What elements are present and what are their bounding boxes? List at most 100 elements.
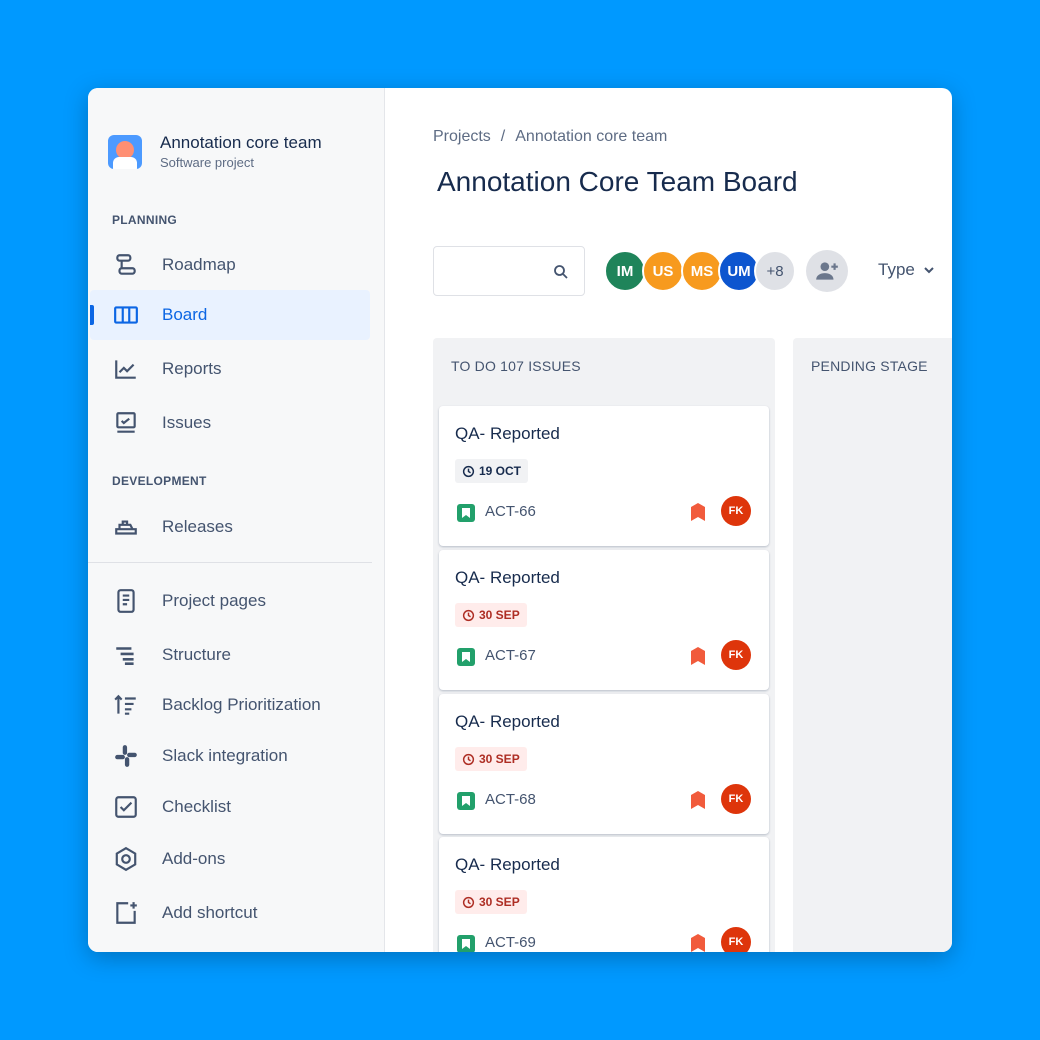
checklist-icon [112, 793, 140, 821]
sidebar-item-label: Slack integration [162, 746, 288, 765]
story-icon [457, 935, 475, 952]
issue-card[interactable]: QA- Reported 30 SEP ACT-69 FK [439, 837, 769, 952]
sidebar-item-label: Backlog Prioritization [162, 695, 321, 714]
search-icon [554, 265, 568, 279]
type-filter-dropdown[interactable]: Type [878, 260, 935, 280]
sidebar-item-checklist[interactable]: Checklist [90, 782, 370, 832]
avatar[interactable]: IM [604, 250, 646, 292]
slack-icon [112, 742, 140, 770]
due-date-badge: 19 OCT [455, 459, 529, 483]
due-date-badge: 30 SEP [455, 890, 527, 914]
sidebar-item-add-ons[interactable]: Add-ons [90, 834, 370, 884]
more-avatars-count[interactable]: +8 [754, 250, 796, 292]
sidebar-item-project-pages[interactable]: Project pages [90, 576, 370, 626]
project-header[interactable]: Annotation core team Software project [108, 132, 322, 172]
sidebar-item-releases[interactable]: Releases [90, 502, 370, 552]
sidebar-item-label: Reports [162, 359, 222, 378]
priority-high-icon [691, 791, 705, 809]
due-date-text: 30 SEP [479, 608, 520, 622]
development-section-label: DEVELOPMENT [112, 474, 207, 488]
card-title: QA- Reported [455, 855, 560, 874]
sidebar-item-roadmap[interactable]: Roadmap [90, 240, 370, 290]
breadcrumb-separator: / [500, 128, 506, 145]
issue-card[interactable]: QA- Reported 19 OCT ACT-66 FK [439, 406, 769, 546]
sidebar-item-label: Project pages [162, 591, 266, 610]
breadcrumb-project-link[interactable]: Annotation core team [515, 128, 667, 145]
main-content: Projects / Annotation core team Annotation… [385, 88, 952, 952]
assignee-avatar[interactable]: FK [721, 640, 751, 670]
sidebar-divider [88, 562, 372, 563]
sidebar-item-add-shortcut[interactable]: Add shortcut [90, 888, 370, 938]
sidebar-item-board[interactable]: Board [90, 290, 370, 340]
assignee-avatar[interactable]: FK [721, 784, 751, 814]
due-date-badge: 30 SEP [455, 747, 527, 771]
add-people-button[interactable] [806, 250, 848, 292]
sidebar-item-label: Add-ons [162, 849, 226, 868]
page-title: Annotation Core Team Board [437, 166, 798, 197]
app-window: Annotation core team Software project PL… [88, 88, 952, 952]
issue-card[interactable]: QA- Reported 30 SEP ACT-68 FK [439, 694, 769, 834]
assignee-avatar[interactable]: FK [721, 496, 751, 526]
releases-icon [112, 513, 140, 541]
breadcrumb: Projects / Annotation core team [433, 128, 667, 146]
board-icon [112, 301, 140, 329]
clock-icon [462, 753, 475, 765]
chevron-down-icon [924, 267, 934, 274]
sort-icon [112, 691, 140, 719]
sidebar-item-slack-integration[interactable]: Slack integration [90, 731, 370, 781]
sidebar-item-backlog-prioritization[interactable]: Backlog Prioritization [90, 680, 370, 730]
board-column-pending-stage: PENDING STAGE [793, 338, 952, 952]
search-input[interactable] [433, 246, 585, 296]
type-filter-label: Type [878, 260, 915, 279]
add-shortcut-icon [112, 899, 140, 927]
breadcrumb-projects-link[interactable]: Projects [433, 128, 491, 145]
sidebar: Annotation core team Software project PL… [88, 88, 385, 952]
planning-section-label: PLANNING [112, 213, 178, 227]
board-column-todo: TO DO 107 ISSUES QA- Reported 19 OCT ACT… [433, 338, 775, 952]
issue-key: ACT-66 [485, 503, 536, 520]
clock-icon [462, 896, 475, 908]
reports-icon [112, 355, 140, 383]
due-date-text: 30 SEP [479, 895, 520, 909]
priority-high-icon [691, 647, 705, 665]
project-avatar [108, 135, 142, 169]
sidebar-item-reports[interactable]: Reports [90, 344, 370, 394]
addons-icon [112, 845, 140, 873]
due-date-text: 19 OCT [479, 464, 522, 478]
card-title: QA- Reported [455, 712, 560, 731]
sidebar-item-issues[interactable]: Issues [90, 398, 370, 448]
roadmap-icon [112, 251, 140, 279]
sidebar-item-label: Roadmap [162, 255, 236, 274]
avatar[interactable]: US [642, 250, 684, 292]
priority-high-icon [691, 934, 705, 952]
sidebar-item-label: Board [162, 305, 208, 324]
issues-icon [112, 409, 140, 437]
sidebar-item-label: Checklist [162, 797, 231, 816]
sidebar-item-label: Structure [162, 645, 231, 664]
project-name: Annotation core team [160, 133, 322, 152]
due-date-badge: 30 SEP [455, 603, 527, 627]
column-header: PENDING STAGE [811, 358, 928, 374]
story-icon [457, 792, 475, 810]
sidebar-item-structure[interactable]: Structure [90, 630, 370, 680]
priority-high-icon [691, 503, 705, 521]
story-icon [457, 648, 475, 666]
issue-key: ACT-69 [485, 934, 536, 951]
story-icon [457, 504, 475, 522]
issue-key: ACT-67 [485, 647, 536, 664]
avatar[interactable]: MS [681, 250, 723, 292]
assignee-avatar[interactable]: FK [721, 927, 751, 952]
page-icon [112, 587, 140, 615]
clock-icon [462, 609, 475, 621]
add-person-icon [816, 262, 838, 280]
card-title: QA- Reported [455, 424, 560, 443]
clock-icon [462, 465, 475, 477]
issue-card[interactable]: QA- Reported 30 SEP ACT-67 FK [439, 550, 769, 690]
sidebar-item-label: Add shortcut [162, 903, 258, 922]
issue-key: ACT-68 [485, 791, 536, 808]
structure-icon [112, 641, 140, 669]
sidebar-item-label: Issues [162, 413, 212, 432]
card-title: QA- Reported [455, 568, 560, 587]
column-header: TO DO 107 ISSUES [451, 358, 581, 374]
due-date-text: 30 SEP [479, 752, 520, 766]
